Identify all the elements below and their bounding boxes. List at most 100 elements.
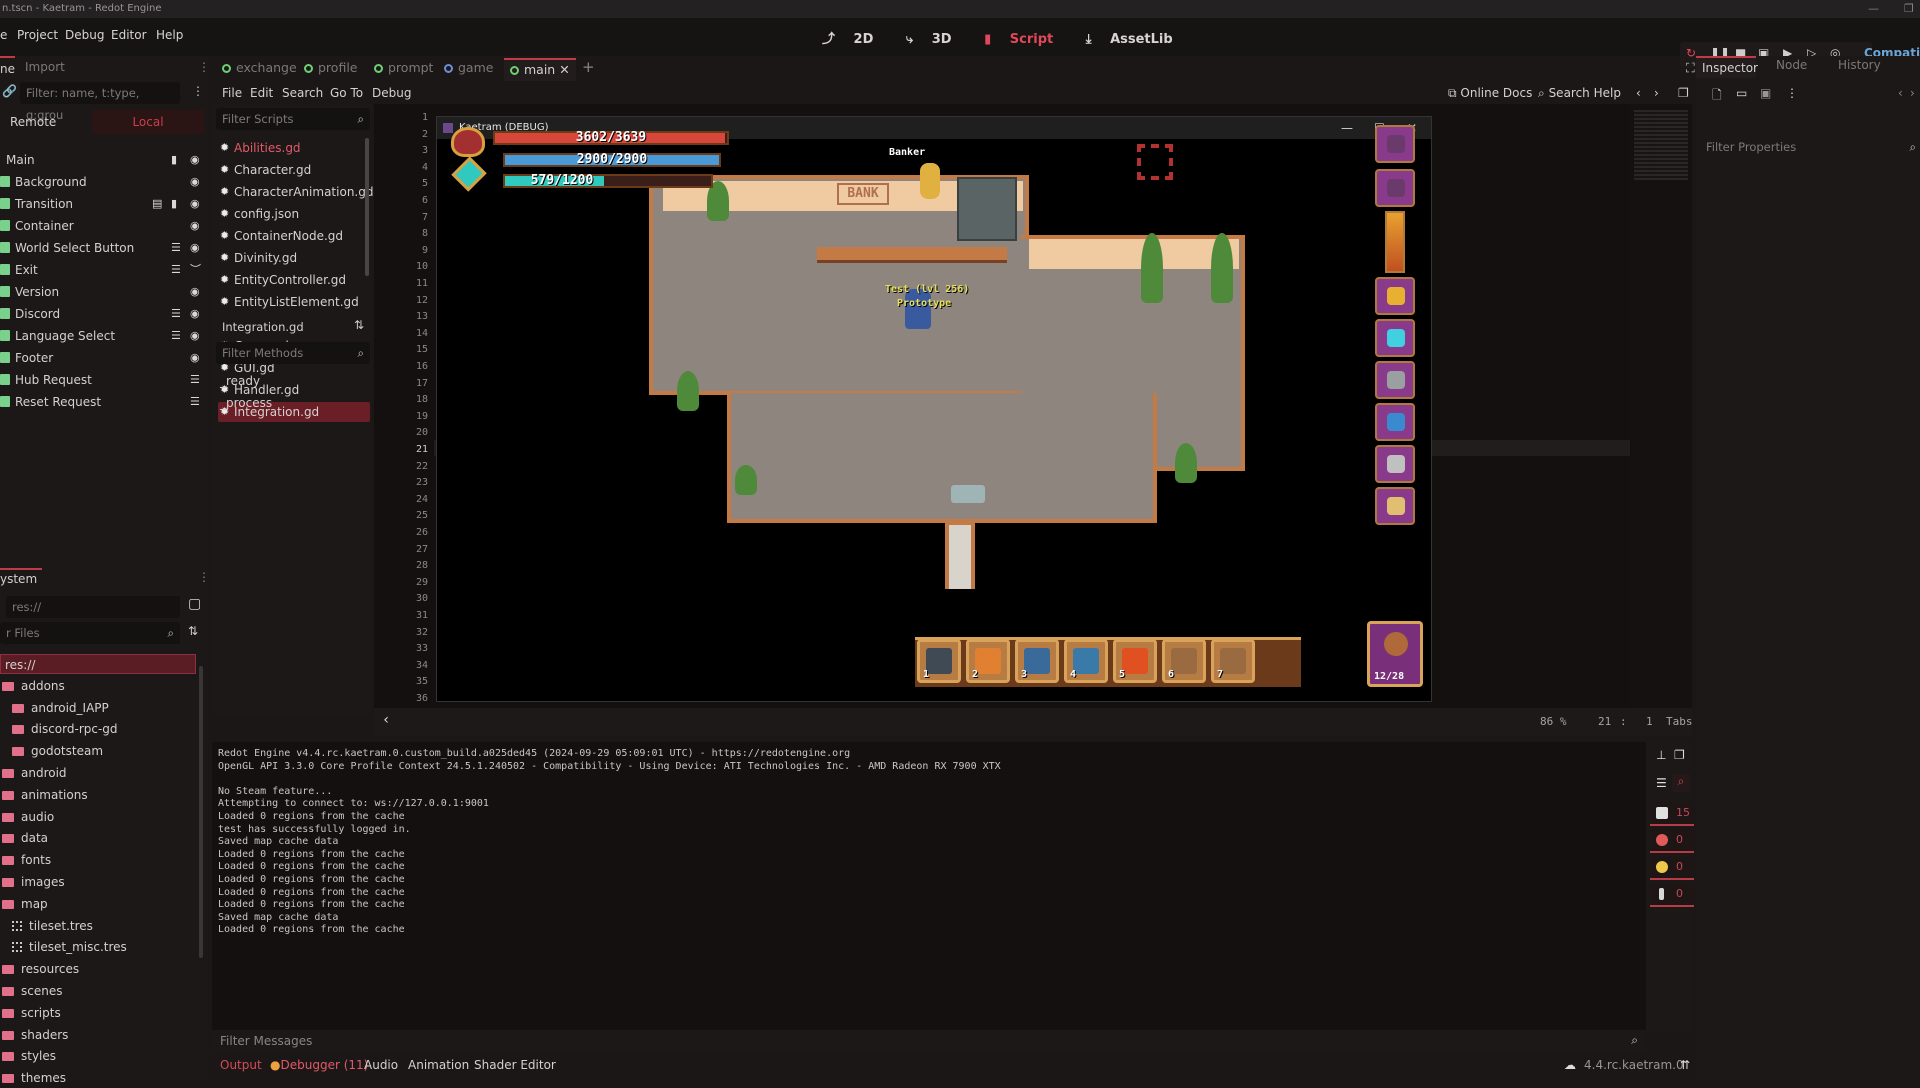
online-docs-button[interactable]: ⧉ Online Docs <box>1448 86 1532 101</box>
script-item[interactable]: ✹ CharacterAnimation.gd <box>218 182 373 202</box>
errors-filter-toggle[interactable]: 0 <box>1650 829 1694 853</box>
folder-item[interactable]: scenes <box>2 981 62 1001</box>
folder-item[interactable]: shaders <box>2 1025 68 1045</box>
remote-tab[interactable]: Remote <box>0 110 88 134</box>
script-item[interactable]: ✹ config.json <box>218 204 370 224</box>
scene-node[interactable]: World Select Button ◉ ☰ <box>0 238 205 258</box>
game-minimize-button[interactable]: — <box>1341 117 1353 139</box>
script-item[interactable]: ✹ ContainerNode.gd <box>218 226 370 246</box>
filter-scripts-input[interactable]: Filter Scripts ⌕ <box>216 108 370 130</box>
editor-menu-search[interactable]: Search <box>282 86 323 100</box>
tab-filesystem[interactable]: ystem <box>0 568 42 588</box>
history-back-icon[interactable]: ‹ <box>1636 86 1641 100</box>
eye-icon[interactable]: ◉ <box>190 216 200 236</box>
side-menu-button[interactable] <box>1375 125 1415 163</box>
filter-messages-input[interactable]: Filter Messages ⌕ <box>212 1030 1646 1052</box>
player-character[interactable] <box>905 289 931 329</box>
tab-scene[interactable]: ne <box>0 56 15 80</box>
folder-item[interactable]: addons <box>2 676 65 696</box>
folder-item[interactable]: android <box>2 763 67 783</box>
toggle-scripts-icon[interactable]: ‹ <box>382 712 390 728</box>
sort-icon[interactable]: ⇅ <box>188 624 198 638</box>
menu-project[interactable]: Project <box>17 28 58 42</box>
scene-node[interactable]: Discord ◉ ☰ <box>0 304 205 324</box>
editor-menu-edit[interactable]: Edit <box>250 86 273 100</box>
filesystem-scrollbar[interactable] <box>199 666 203 958</box>
scene-node[interactable]: Transition ◉ ▮ ▤ <box>0 194 205 214</box>
menu-editor[interactable]: Editor <box>111 28 147 42</box>
previous-object-icon[interactable]: ‹ <box>1898 86 1903 100</box>
menu-help[interactable]: Help <box>156 28 183 42</box>
search-output-icon[interactable]: ⌕ <box>1672 774 1690 792</box>
menu-scene[interactable]: e <box>0 28 7 42</box>
hotbar-slot[interactable]: 3 <box>1015 639 1059 683</box>
resource-menu-icon[interactable]: ⋮ <box>1786 86 1798 100</box>
mode-3d-button[interactable]: ⤷ 3D <box>906 32 966 47</box>
file-item[interactable]: tileset_misc.tres <box>12 937 127 957</box>
eye-icon[interactable]: ◉ <box>190 304 200 324</box>
scene-node[interactable]: Reset Request ☰ <box>0 392 205 412</box>
script-icon[interactable]: ▮ <box>171 150 177 170</box>
eye-icon[interactable]: ◉ <box>190 348 200 368</box>
folder-item[interactable]: scripts <box>2 1003 61 1023</box>
signal-icon[interactable]: ☰ <box>190 392 200 412</box>
messages-filter-toggle[interactable]: 15 <box>1650 802 1694 826</box>
banker-npc[interactable] <box>920 163 940 199</box>
restore-button[interactable]: ❐ <box>1904 0 1914 18</box>
eye-icon[interactable]: ◉ <box>190 326 200 346</box>
dock-menu-icon[interactable]: ⋮ <box>198 570 210 584</box>
eye-icon[interactable]: ◉ <box>190 172 200 192</box>
script-item[interactable]: ✹ EntityListElement.gd <box>218 292 370 312</box>
output-log[interactable]: Redot Engine v4.4.rc.kaetram.0.custom_bu… <box>212 742 1646 1032</box>
game-debug-window[interactable]: Kaetram (DEBUG) — ☐ ✕ BANK Banker Test (… <box>436 116 1432 702</box>
search-help-button[interactable]: ⌕ Search Help <box>1538 86 1621 101</box>
side-menu-button[interactable] <box>1375 487 1415 525</box>
close-tab-icon[interactable]: ✕ <box>555 62 569 77</box>
editor-menu-goto[interactable]: Go To <box>330 86 363 100</box>
next-object-icon[interactable]: › <box>1910 86 1915 100</box>
tab-inspector[interactable]: Inspector <box>1696 56 1758 78</box>
side-menu-button[interactable] <box>1375 319 1415 357</box>
scene-filter-input[interactable]: Filter: name, t:type, g:grou ⌕ <box>20 82 180 122</box>
folder-item[interactable]: audio <box>2 807 54 827</box>
file-item[interactable]: tileset.tres <box>12 916 93 936</box>
info-filter-toggle[interactable]: 0 <box>1650 883 1694 907</box>
tab-shader-editor[interactable]: Shader Editor <box>474 1058 556 1072</box>
script-item[interactable]: ✹ Abilities.gd <box>218 138 370 158</box>
scene-node[interactable]: Hub Request ☰ <box>0 370 205 390</box>
folder-item[interactable]: styles <box>2 1046 56 1066</box>
editor-menu-file[interactable]: File <box>222 86 242 100</box>
toggle-scripts-panel-icon[interactable]: ❐ <box>1678 86 1689 100</box>
mode-assetlib-button[interactable]: ⤓ AssetLib <box>1086 32 1187 47</box>
script-icon[interactable]: ▮ <box>171 194 177 214</box>
split-view-icon[interactable]: ▢ <box>188 596 201 612</box>
scene-node[interactable]: Exit ︶ ☰ <box>0 260 205 280</box>
folder-item[interactable]: data <box>2 828 48 848</box>
editor-tab-game[interactable]: game <box>444 60 493 75</box>
script-item[interactable]: ✹ Divinity.gd <box>218 248 370 268</box>
minimize-button[interactable]: — <box>1868 0 1879 18</box>
editor-tab-main[interactable]: main ✕ <box>504 58 576 81</box>
folder-item[interactable]: map <box>2 894 48 914</box>
folder-item[interactable]: themes <box>2 1068 66 1088</box>
copy-output-icon[interactable]: ❐ <box>1674 748 1685 762</box>
folder-item[interactable]: resources <box>2 959 79 979</box>
side-menu-button[interactable] <box>1375 361 1415 399</box>
side-menu-button[interactable] <box>1375 445 1415 483</box>
dock-menu-icon[interactable]: ⋮ <box>198 56 210 78</box>
side-menu-button[interactable] <box>1375 169 1415 207</box>
tab-node[interactable]: Node <box>1776 58 1807 72</box>
scene-node[interactable]: Footer ◉ <box>0 348 205 368</box>
files-filter-input[interactable]: r Files ⌕ <box>0 622 180 644</box>
zoom-level[interactable]: 86 % <box>1540 715 1567 728</box>
history-forward-icon[interactable]: › <box>1654 86 1659 100</box>
eye-closed-icon[interactable]: ︶ <box>190 260 201 280</box>
scene-node[interactable]: Version ◉ <box>0 282 205 302</box>
folder-item[interactable]: android_IAPP <box>12 698 109 718</box>
folder-item[interactable]: godotsteam <box>12 741 103 761</box>
inventory-button[interactable]: 12/28 <box>1367 621 1423 687</box>
scene-node[interactable]: Language Select ◉ ☰ <box>0 326 205 346</box>
scene-node[interactable]: Main ◉ ▮ <box>0 150 205 170</box>
signal-icon[interactable]: ☰ <box>190 370 200 390</box>
hotbar-slot[interactable]: 7 <box>1211 639 1255 683</box>
